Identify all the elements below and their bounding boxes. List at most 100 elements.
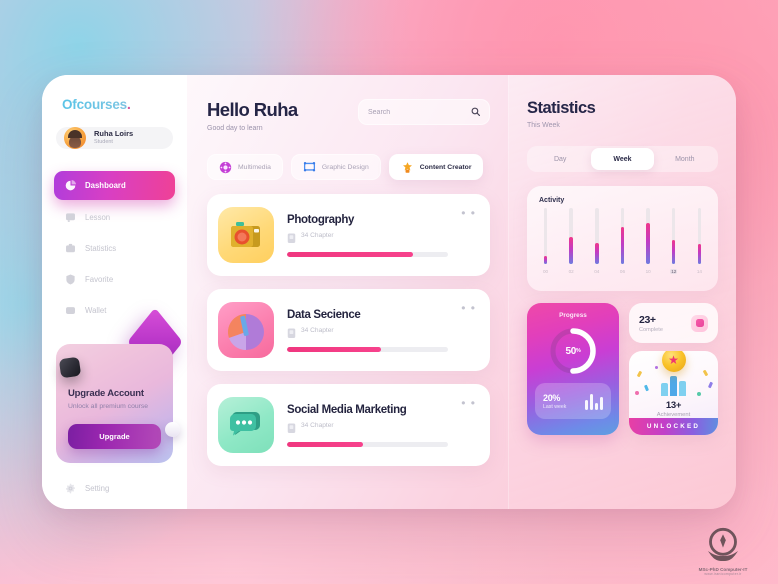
course-menu-button[interactable]: • • — [461, 302, 476, 314]
sidebar-setting-row: Setting — [42, 475, 187, 506]
achievement-value: 13+ — [665, 400, 682, 411]
medal-icon: ★ — [661, 351, 686, 372]
sidebar-item-label: Favorite — [85, 275, 114, 284]
avatar — [64, 127, 86, 149]
segment-month[interactable]: Month — [654, 148, 716, 170]
course-chapters: 34 Chapter — [301, 232, 334, 239]
sidebar-item-label: Dashboard — [85, 181, 126, 190]
activity-bar-column: 00 — [541, 208, 550, 274]
chip-multimedia[interactable]: Multimedia — [207, 154, 283, 180]
activity-bar-track — [646, 208, 650, 264]
profile-card[interactable]: Ruha Loirs Student — [56, 127, 173, 149]
brand-logo: Ofcourses. — [42, 97, 187, 112]
activity-title: Activity — [539, 197, 565, 204]
last-week-text: 20% Last week — [543, 393, 566, 410]
activity-bar-column: 04 — [592, 208, 601, 274]
sidebar-item-setting[interactable]: Setting — [54, 475, 175, 502]
progress-value: 50% — [547, 325, 599, 377]
last-week-mini-bars — [585, 392, 603, 410]
last-week-label: Last week — [543, 403, 567, 410]
complete-text: 23+ Complete — [639, 314, 663, 333]
activity-axis-label: 14 — [696, 269, 702, 274]
course-progress-bar — [287, 346, 449, 352]
activity-bar-column: 12 — [669, 208, 678, 274]
course-chapters: 34 Chapter — [301, 422, 334, 429]
camera-icon — [218, 207, 274, 263]
activity-bar-track — [569, 208, 573, 264]
activity-axis-label: 10 — [645, 269, 651, 274]
activity-bar-fill — [672, 240, 676, 264]
watermark-line2: www.iranicomputer.ir — [704, 572, 742, 576]
book-small-icon — [287, 326, 296, 339]
sidebar-item-label: Wallet — [85, 306, 107, 315]
main-header: Hello Ruha Good day to learn — [207, 99, 490, 132]
chip-graphic-design[interactable]: Graphic Design — [290, 154, 381, 180]
course-menu-button[interactable]: • • — [461, 207, 476, 219]
activity-axis-label: 02 — [568, 269, 574, 274]
progress-title: Progress — [559, 312, 587, 319]
segment-day[interactable]: Day — [529, 148, 591, 170]
search-bar[interactable] — [358, 99, 490, 125]
course-title: Photography — [287, 213, 355, 226]
course-body: Social Media Marketing 34 Chapter — [287, 404, 449, 447]
course-row-social-media-marketing[interactable]: Social Media Marketing 34 Chapter • • — [207, 384, 490, 466]
activity-bar-fill — [620, 227, 625, 264]
confetti-icon — [697, 392, 701, 396]
activity-axis-label: 12 — [670, 269, 678, 274]
achievement-label: Achievement — [656, 412, 691, 418]
cube-decoration-icon — [58, 356, 82, 379]
sidebar-item-lesson[interactable]: Lesson — [54, 204, 175, 231]
activity-bar-fill — [543, 256, 548, 264]
activity-bar-column: 10 — [644, 208, 653, 274]
sidebar-nav: Dashboard Lesson Statistics Favorite Wal… — [42, 171, 187, 328]
upgrade-button[interactable]: Upgrade — [68, 424, 161, 450]
course-row-photography[interactable]: Photography 34 Chapter • • — [207, 194, 490, 276]
search-icon[interactable] — [471, 103, 480, 121]
moon-decoration-icon — [165, 422, 180, 437]
complete-card: 23+ Complete — [629, 303, 718, 343]
activity-bar-fill — [569, 237, 573, 264]
activity-card: Activity 00 02 04 06 10 12 14 — [527, 186, 718, 291]
statistics-title: Statistics — [527, 99, 596, 117]
chat-icon — [218, 397, 274, 453]
main-content: Hello Ruha Good day to learn Multimedia — [187, 75, 508, 509]
course-meta: 34 Chapter — [287, 421, 448, 434]
search-input[interactable] — [368, 108, 465, 116]
confetti-icon — [655, 366, 658, 369]
chip-content-creator[interactable]: Content Creator — [388, 154, 484, 180]
activity-axis-label: 00 — [542, 269, 549, 274]
activity-bar-column: 14 — [695, 208, 704, 274]
course-menu-button[interactable]: • • — [461, 397, 476, 409]
shield-icon — [65, 274, 76, 285]
sidebar-item-statistics[interactable]: Statistics — [54, 235, 175, 262]
course-row-data-science[interactable]: Data Secience 34 Chapter • • — [207, 289, 490, 371]
last-week-value: 20% — [543, 392, 561, 403]
activity-bar-fill — [697, 243, 702, 264]
sidebar-item-dashboard[interactable]: Dashboard — [54, 171, 175, 200]
achievement-card: ★ 13+ Achievement UNLOCKED — [629, 351, 718, 435]
sidebar-item-label: Setting — [85, 484, 110, 494]
course-progress-fill — [287, 251, 413, 257]
segment-week[interactable]: Week — [591, 148, 654, 170]
course-body: Photography 34 Chapter — [287, 213, 449, 257]
podium-bars — [629, 374, 718, 396]
profile-role: Student — [94, 139, 113, 146]
book-small-icon — [287, 421, 296, 434]
book-small-icon — [287, 231, 296, 244]
badge-icon — [691, 314, 708, 332]
greeting-block: Hello Ruha Good day to learn — [207, 99, 298, 132]
wallet-icon — [65, 305, 76, 316]
statistics-panel: Statistics This Week Day Week Month Acti… — [508, 75, 736, 509]
sidebar: Ofcourses. Ruha Loirs Student Dashboard … — [42, 75, 187, 509]
activity-axis-label: 06 — [619, 269, 626, 274]
brand-dot: . — [126, 97, 131, 112]
course-list: Photography 34 Chapter • • Data Secience… — [207, 194, 490, 466]
course-body: Data Secience 34 Chapter — [287, 309, 449, 352]
upgrade-card-wrap: Upgrade Account Unlock all premium cours… — [56, 307, 183, 464]
progress-percent-sign: % — [575, 348, 581, 354]
briefcase-icon — [65, 243, 76, 254]
course-meta: 34 Chapter — [287, 231, 448, 244]
sidebar-item-favorite[interactable]: Favorite — [54, 266, 175, 293]
activity-bar-track — [620, 208, 625, 264]
chip-label: Content Creator — [419, 163, 472, 171]
